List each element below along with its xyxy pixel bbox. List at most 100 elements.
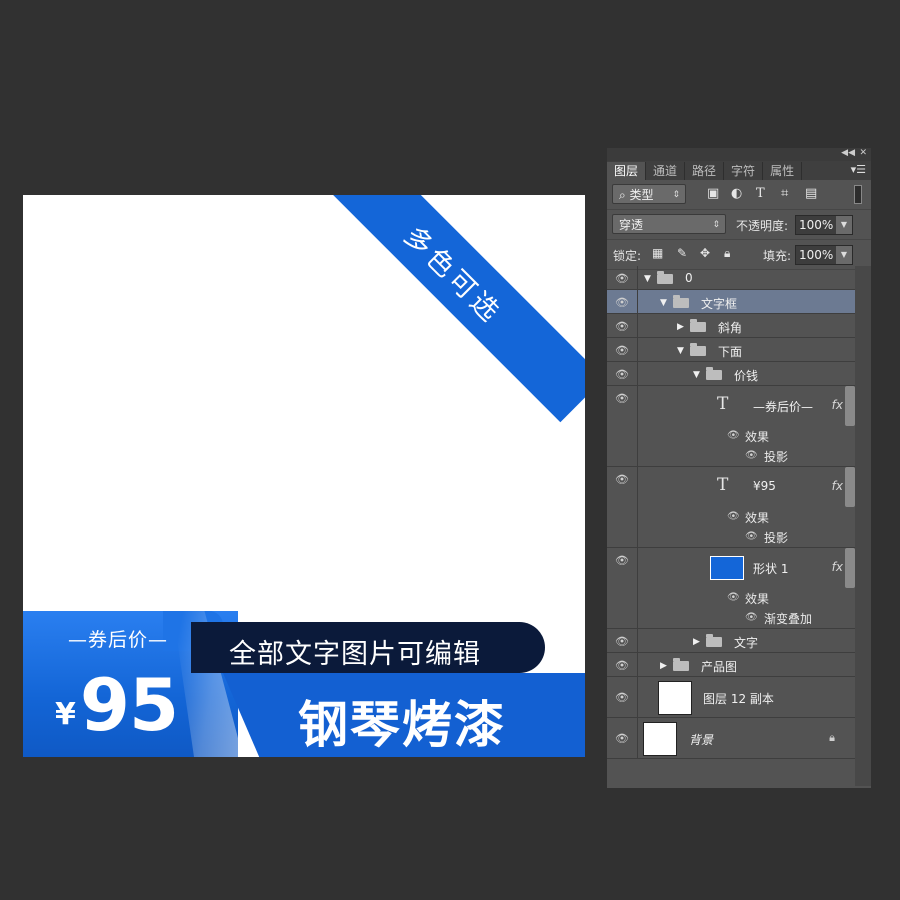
eye-icon: 👁︎ bbox=[615, 368, 629, 381]
lock-image-icon[interactable]: ✎ bbox=[677, 246, 687, 260]
filter-kind-select[interactable]: ⌕ 类型 ⇕ bbox=[612, 184, 686, 204]
tab-layers[interactable]: 图层 bbox=[607, 162, 647, 180]
tab-character[interactable]: 字符 bbox=[724, 162, 764, 180]
layer-text-coupon[interactable]: 👁︎ T —券后价— fx 👁︎ 效果 👁︎ 投影 bbox=[607, 386, 855, 467]
lock-transparent-icon[interactable]: ▦ bbox=[652, 246, 663, 260]
visibility-toggle[interactable]: 👁︎ bbox=[607, 629, 638, 652]
adjustment-filter-icon[interactable]: ◐ bbox=[731, 186, 742, 201]
lock-label: 锁定: bbox=[613, 249, 642, 263]
smart-object-filter-icon[interactable]: ▤ bbox=[805, 186, 817, 201]
visibility-toggle[interactable]: 👁︎ bbox=[607, 718, 638, 758]
eye-icon: 👁︎ bbox=[615, 659, 629, 672]
layer-name: 斜角 bbox=[718, 321, 743, 335]
visibility-toggle[interactable]: 👁︎ bbox=[607, 290, 638, 313]
fx-icon[interactable]: fx bbox=[832, 398, 843, 412]
visibility-toggle[interactable]: 👁︎ bbox=[607, 314, 638, 337]
fx-icon[interactable]: fx bbox=[832, 560, 843, 574]
visibility-toggle[interactable]: 👁︎ bbox=[607, 467, 638, 547]
expand-down-icon[interactable]: ▼ bbox=[644, 274, 651, 284]
layer-scroll-nub bbox=[845, 386, 855, 426]
collapse-icon[interactable]: ◀◀ bbox=[841, 148, 855, 158]
tab-properties[interactable]: 属性 bbox=[763, 162, 803, 180]
layer-group-price[interactable]: 👁︎ ▼ 价钱 bbox=[607, 362, 855, 386]
close-icon[interactable]: ✕ bbox=[859, 148, 867, 158]
eye-icon: 👁︎ bbox=[615, 320, 629, 333]
tab-paths[interactable]: 路径 bbox=[685, 162, 725, 180]
expand-down-icon[interactable]: ▼ bbox=[677, 346, 684, 356]
expand-right-icon[interactable]: ▶ bbox=[660, 661, 667, 671]
layer-name: 产品图 bbox=[701, 660, 738, 674]
type-filter-icon[interactable]: T bbox=[756, 186, 765, 201]
layer-list: 👁︎ ▼ 0 👁︎ ▼ 文字框 👁︎ ▶ 斜角 👁︎ ▼ 下面 👁︎ ▼ 价钱 … bbox=[607, 266, 855, 759]
layer-shape-1[interactable]: 👁︎ 形状 1 fx 👁︎ 效果 👁︎ 渐变叠加 bbox=[607, 548, 855, 629]
visibility-toggle[interactable]: 👁︎ bbox=[607, 386, 638, 466]
blend-mode-select[interactable]: 穿透 ⇕ bbox=[612, 214, 726, 234]
expand-right-icon[interactable]: ▶ bbox=[677, 322, 684, 332]
effect-drop-shadow: 投影 bbox=[764, 450, 789, 464]
eye-icon: 👁︎ bbox=[615, 554, 629, 567]
layer-group-0[interactable]: 👁︎ ▼ 0 bbox=[607, 266, 855, 290]
visibility-toggle[interactable]: 👁︎ bbox=[607, 362, 638, 385]
ribbon-text: 多色可选 bbox=[398, 220, 508, 330]
effect-gradient-overlay: 渐变叠加 bbox=[764, 612, 813, 626]
layer-text-price[interactable]: 👁︎ T ¥95 fx 👁︎ 效果 👁︎ 投影 bbox=[607, 467, 855, 548]
layer-background[interactable]: 👁︎ 背景 🔒︎ bbox=[607, 718, 855, 759]
fill-label: 填充: bbox=[763, 249, 792, 263]
eye-icon: 👁︎ bbox=[615, 473, 629, 486]
filter-kind-value: 类型 bbox=[629, 188, 654, 202]
panel-title-bar[interactable]: ◀◀ ✕ bbox=[607, 148, 871, 161]
opacity-field[interactable]: 100% ▼ bbox=[795, 215, 853, 235]
eye-icon[interactable]: 👁︎ bbox=[727, 511, 740, 522]
eye-icon[interactable]: 👁︎ bbox=[745, 531, 758, 542]
lock-position-icon[interactable]: ✥ bbox=[700, 246, 710, 260]
visibility-toggle[interactable]: 👁︎ bbox=[607, 548, 638, 628]
folder-icon bbox=[657, 271, 673, 284]
panel-menu-icon[interactable]: ▾☰ bbox=[851, 163, 866, 176]
eye-icon: 👁︎ bbox=[615, 691, 629, 704]
lock-all-icon[interactable]: 🔒︎ bbox=[724, 246, 730, 261]
layer-name: 下面 bbox=[718, 345, 743, 359]
layer-name: 0 bbox=[685, 271, 693, 285]
layer-thumbnail bbox=[643, 722, 677, 756]
visibility-toggle[interactable]: 👁︎ bbox=[607, 266, 638, 289]
layer-group-product[interactable]: 👁︎ ▶ 产品图 bbox=[607, 653, 855, 677]
eye-icon[interactable]: 👁︎ bbox=[745, 612, 758, 623]
shape-filter-icon[interactable]: ⌗ bbox=[781, 186, 788, 201]
expand-down-icon[interactable]: ▼ bbox=[693, 370, 700, 380]
product-title: 钢琴烤漆 bbox=[298, 696, 506, 754]
expand-right-icon[interactable]: ▶ bbox=[693, 637, 700, 647]
blend-row: 穿透 ⇕ 不透明度: 100% ▼ bbox=[607, 210, 871, 240]
tab-channels[interactable]: 通道 bbox=[646, 162, 686, 180]
layer-group-text-frame[interactable]: 👁︎ ▼ 文字框 bbox=[607, 290, 855, 314]
shape-thumbnail bbox=[710, 556, 744, 580]
layers-scrollbar[interactable] bbox=[855, 266, 871, 786]
layer-group-text[interactable]: 👁︎ ▶ 文字 bbox=[607, 629, 855, 653]
fill-field[interactable]: 100% ▼ bbox=[795, 245, 853, 265]
fx-icon[interactable]: fx bbox=[832, 479, 843, 493]
document-canvas[interactable]: 多色可选 —券后价— ¥95 全部文字图片可编辑 钢琴烤漆 bbox=[23, 195, 585, 757]
eye-icon: 👁︎ bbox=[615, 296, 629, 309]
price-currency: ¥ bbox=[55, 697, 76, 732]
eye-icon: 👁︎ bbox=[615, 272, 629, 285]
layer-name: 图层 12 副本 bbox=[703, 692, 774, 706]
visibility-toggle[interactable]: 👁︎ bbox=[607, 677, 638, 717]
chevron-down-icon[interactable]: ▼ bbox=[836, 246, 852, 264]
eye-icon[interactable]: 👁︎ bbox=[727, 592, 740, 603]
eye-icon[interactable]: 👁︎ bbox=[727, 430, 740, 441]
folder-icon bbox=[706, 367, 722, 380]
layer-scroll-nub bbox=[845, 467, 855, 507]
eye-icon: 👁︎ bbox=[615, 635, 629, 648]
layer-12-copy[interactable]: 👁︎ 图层 12 副本 bbox=[607, 677, 855, 718]
visibility-toggle[interactable]: 👁︎ bbox=[607, 653, 638, 676]
filter-toggle[interactable] bbox=[854, 185, 862, 204]
layer-thumbnail bbox=[658, 681, 692, 715]
expand-down-icon[interactable]: ▼ bbox=[660, 298, 667, 308]
effects-label: 效果 bbox=[745, 592, 770, 606]
layer-group-below[interactable]: 👁︎ ▼ 下面 bbox=[607, 338, 855, 362]
pixel-filter-icon[interactable]: ▣ bbox=[707, 186, 719, 201]
coupon-label: —券后价— bbox=[67, 629, 168, 651]
visibility-toggle[interactable]: 👁︎ bbox=[607, 338, 638, 361]
eye-icon[interactable]: 👁︎ bbox=[745, 450, 758, 461]
chevron-down-icon[interactable]: ▼ bbox=[836, 216, 852, 234]
layer-group-bevel[interactable]: 👁︎ ▶ 斜角 bbox=[607, 314, 855, 338]
